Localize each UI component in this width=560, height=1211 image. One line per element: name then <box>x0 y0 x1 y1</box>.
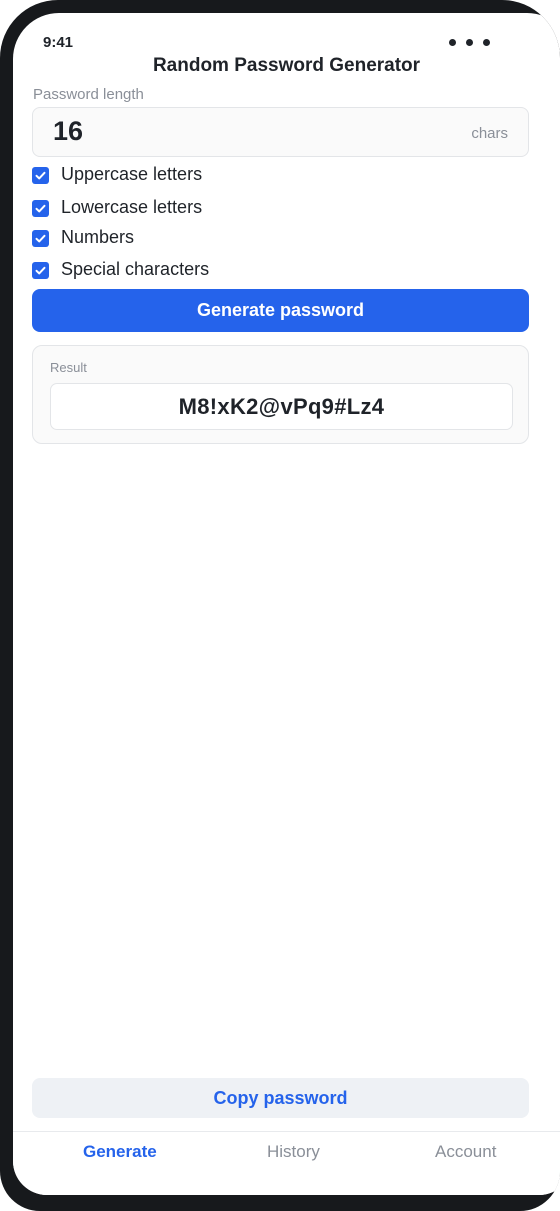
status-time: 9:41 <box>43 34 74 51</box>
tab-account[interactable]: Account <box>435 1142 496 1162</box>
check-icon <box>35 204 46 213</box>
special-checkbox[interactable] <box>32 262 49 279</box>
result-card: Result M8!xK2@vPq9#Lz4 <box>32 345 529 444</box>
check-icon <box>35 266 46 275</box>
option-numbers[interactable]: Numbers <box>32 227 432 251</box>
generate-password-button[interactable]: Generate password <box>32 289 529 332</box>
option-uppercase[interactable]: Uppercase letters <box>32 164 432 188</box>
page-title: Random Password Generator <box>152 55 421 76</box>
uppercase-label: Uppercase letters <box>61 164 203 184</box>
password-length-label: Password length <box>33 86 144 103</box>
lowercase-label: Lowercase letters <box>61 197 203 217</box>
more-horizontal-icon[interactable] <box>449 39 493 47</box>
status-bar: 9:41 <box>13 13 560 57</box>
copy-password-button[interactable]: Copy password <box>32 1078 529 1118</box>
result-password-field[interactable]: M8!xK2@vPq9#Lz4 <box>50 383 513 430</box>
numbers-checkbox[interactable] <box>32 230 49 247</box>
app-screen: 9:41 Random Password Generator Password … <box>13 13 560 1195</box>
lowercase-checkbox[interactable] <box>32 200 49 217</box>
phone-frame: 9:41 Random Password Generator Password … <box>0 0 560 1211</box>
tab-history[interactable]: History <box>267 1142 320 1162</box>
special-label: Special characters <box>61 259 210 279</box>
tab-generate[interactable]: Generate <box>83 1142 157 1162</box>
password-length-value: 16 <box>53 116 84 146</box>
password-length-unit: chars <box>471 125 508 142</box>
option-lowercase[interactable]: Lowercase letters <box>32 197 432 221</box>
result-label: Result <box>50 360 87 375</box>
password-length-input[interactable]: 16 chars <box>32 107 529 157</box>
numbers-label: Numbers <box>61 227 135 247</box>
generated-password: M8!xK2@vPq9#Lz4 <box>178 394 385 419</box>
check-icon <box>35 171 46 180</box>
check-icon <box>35 234 46 243</box>
uppercase-checkbox[interactable] <box>32 167 49 184</box>
bottom-tab-bar: Generate History Account <box>13 1131 560 1195</box>
option-special[interactable]: Special characters <box>32 259 432 283</box>
